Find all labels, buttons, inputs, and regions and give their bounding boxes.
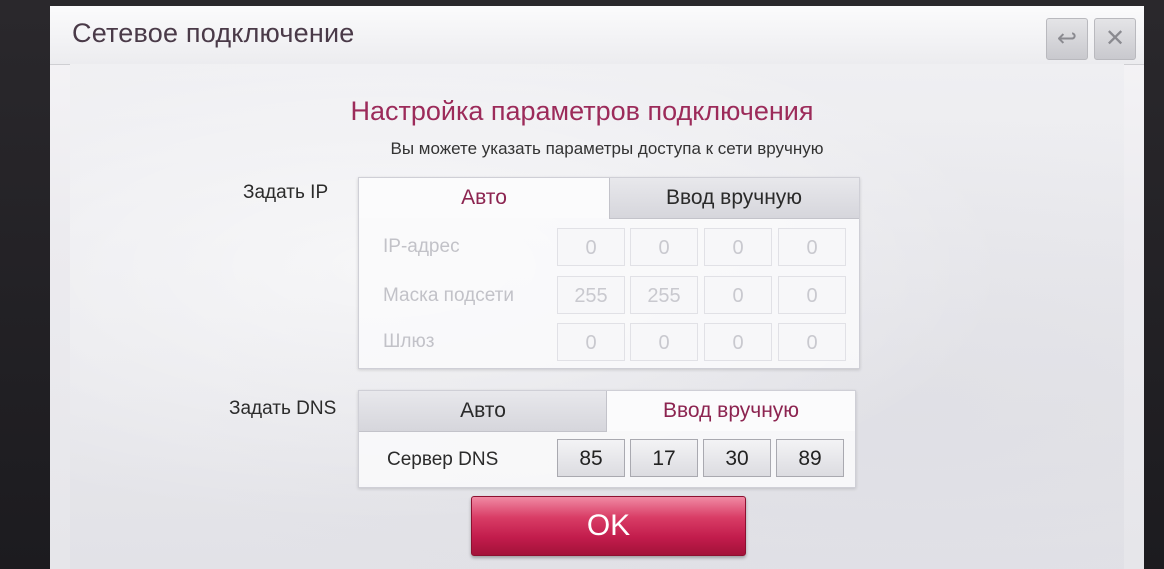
ip-tab-auto[interactable]: Авто [359, 178, 609, 218]
gateway-label: Шлюз [383, 331, 435, 352]
ok-button[interactable]: OK [471, 496, 746, 556]
gateway-octet-3: 0 [704, 323, 772, 361]
dns-settings-panel: Авто Ввод вручную Сервер DNS 85 17 30 89 [358, 390, 856, 488]
ip-address-label: IP-адрес [383, 236, 460, 257]
dns-server-octet-2[interactable]: 17 [630, 439, 698, 477]
gateway-octet-4: 0 [778, 323, 846, 361]
dns-server-octet-4[interactable]: 89 [776, 439, 844, 477]
dns-server-octet-3[interactable]: 30 [703, 439, 771, 477]
ip-tab-manual[interactable]: Ввод вручную [609, 178, 859, 219]
dns-tab-auto[interactable]: Авто [359, 391, 607, 432]
gateway-octet-2: 0 [630, 323, 698, 361]
close-button[interactable]: ✕ [1094, 18, 1136, 60]
subnet-mask-octet-3: 0 [704, 276, 772, 314]
subnet-mask-octet-4: 0 [778, 276, 846, 314]
close-icon: ✕ [1104, 25, 1126, 52]
set-dns-label: Задать DNS [229, 398, 337, 419]
dialog-title: Сетевое подключение [72, 18, 355, 48]
back-button[interactable]: ↩ [1046, 18, 1088, 60]
dns-server-label: Сервер DNS [387, 449, 499, 470]
subnet-mask-octet-2: 255 [630, 276, 698, 314]
ip-address-octet-3: 0 [704, 228, 772, 266]
settings-subheading: Вы можете указать параметры доступа к се… [390, 139, 824, 158]
settings-heading: Настройка параметров подключения [350, 96, 814, 126]
ip-settings-panel: Авто Ввод вручную IP-адрес 0 0 0 0 Маска… [358, 177, 860, 369]
set-ip-label: Задать IP [243, 182, 329, 203]
gateway-octet-1: 0 [557, 323, 625, 361]
back-icon: ↩ [1056, 25, 1078, 52]
title-bar: Сетевое подключение ↩ ✕ [50, 6, 1144, 65]
dns-tab-manual[interactable]: Ввод вручную [607, 391, 855, 431]
subnet-mask-octet-1: 255 [557, 276, 625, 314]
ip-address-octet-4: 0 [778, 228, 846, 266]
ip-address-octet-2: 0 [630, 228, 698, 266]
subnet-mask-label: Маска подсети [383, 285, 514, 306]
dns-server-octet-1[interactable]: 85 [557, 439, 625, 477]
ip-address-octet-1: 0 [557, 228, 625, 266]
